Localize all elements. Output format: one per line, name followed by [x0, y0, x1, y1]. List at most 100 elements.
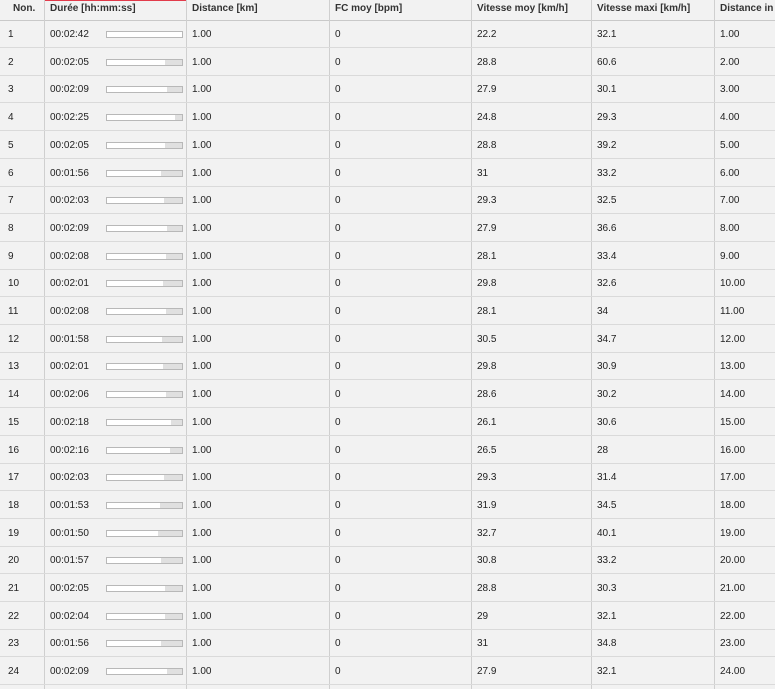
- cell-fc-moy: 0: [335, 583, 341, 594]
- table-row[interactable]: 6 00:01:56 1.00 0 31 33.2 6.00: [0, 160, 775, 187]
- cell-distance-intervalle: 8.00: [720, 222, 740, 234]
- table-row[interactable]: 5 00:02:05 1.00 0 28.8 39.2 5.00: [0, 132, 775, 159]
- cell-distance: 1.00: [192, 56, 212, 68]
- cell-no: 18: [8, 499, 20, 511]
- duration-bar: [106, 529, 183, 537]
- cell-fc-moy: 0: [335, 472, 341, 484]
- cell-distance-intervalle: 18.00: [720, 499, 746, 511]
- table-row[interactable]: 16 00:02:16 1.00 0 26.5 28 16.00: [0, 437, 775, 464]
- cell-fc-moy: 0: [335, 416, 341, 428]
- cell-vitesse-maxi: 60.6: [597, 56, 617, 68]
- cell-fc-moy: 0: [335, 167, 341, 179]
- duration-bar: [106, 58, 183, 66]
- cell-distance: 1.00: [192, 250, 212, 262]
- table-row[interactable]: 22 00:02:04 1.00 0 29 32.1 22.00: [0, 603, 775, 630]
- duration-bar: [106, 446, 183, 454]
- cell-no: 1: [8, 29, 14, 40]
- header-distance-intervalle[interactable]: Distance in: [714, 0, 775, 20]
- cell-fc-moy: 0: [335, 666, 341, 678]
- duration-bar: [106, 308, 183, 315]
- duration-bar-fill: [107, 447, 170, 453]
- duration-bar: [106, 668, 183, 676]
- table-row[interactable]: 14 00:02:06 1.00 0 28.6 30.2 14.00: [0, 381, 775, 409]
- duration-bar-fill: [107, 530, 158, 536]
- table-row[interactable]: 8 00:02:09 1.00 0 27.9 36.6 8.00: [0, 215, 775, 242]
- table-row[interactable]: 3 00:02:09 1.00 0 27.9 30.1 3.00: [0, 76, 775, 104]
- cell-no: 21: [8, 583, 20, 594]
- cell-distance: 1.00: [192, 139, 212, 151]
- cell-duree: 00:01:50: [50, 527, 89, 539]
- table-row[interactable]: 2 00:02:05 1.00 0 28.8 60.6 2.00: [0, 49, 775, 76]
- header-no[interactable]: Non.: [0, 0, 44, 20]
- cell-fc-moy: 0: [335, 499, 341, 511]
- cell-distance: 1.00: [192, 472, 212, 484]
- cell-vitesse-moy: 31: [477, 167, 489, 179]
- table-row[interactable]: 4 00:02:25 1.00 0 24.8 29.3 4.00: [0, 104, 775, 132]
- cell-distance: 1.00: [192, 112, 212, 124]
- duration-bar-fill: [107, 87, 167, 93]
- header-duree[interactable]: Durée [hh:mm:ss]: [44, 0, 186, 20]
- cell-vitesse-maxi: 34: [597, 306, 609, 317]
- table-row[interactable]: 13 00:02:01 1.00 0 29.8 30.9 13.00: [0, 353, 775, 381]
- cell-no: 20: [8, 555, 20, 567]
- cell-vitesse-moy: 24.8: [477, 112, 497, 124]
- header-fc-moy[interactable]: FC moy [bpm]: [329, 0, 471, 20]
- table-row[interactable]: 18 00:01:53 1.00 0 31.9 34.5 18.00: [0, 492, 775, 519]
- cell-distance: 1.00: [192, 389, 212, 401]
- table-row[interactable]: 20 00:01:57 1.00 0 30.8 33.2 20.00: [0, 547, 775, 575]
- table-row[interactable]: 15 00:02:18 1.00 0 26.1 30.6 15.00: [0, 409, 775, 436]
- cell-distance: 1.00: [192, 499, 212, 511]
- cell-distance: 1.00: [192, 416, 212, 428]
- table-row[interactable]: 12 00:01:58 1.00 0 30.5 34.7 12.00: [0, 326, 775, 353]
- cell-vitesse-maxi: 32.1: [597, 29, 617, 40]
- cell-distance-intervalle: 15.00: [720, 416, 746, 428]
- duration-bar: [106, 585, 183, 592]
- cell-fc-moy: 0: [335, 527, 341, 539]
- cell-no: 4: [8, 112, 14, 124]
- cell-vitesse-moy: 29: [477, 610, 489, 622]
- cell-duree: 00:02:09: [50, 84, 89, 96]
- cell-fc-moy: 0: [335, 278, 341, 290]
- header-vitesse-moy[interactable]: Vitesse moy [km/h]: [471, 0, 591, 20]
- cell-fc-moy: 0: [335, 222, 341, 234]
- duration-bar-fill: [107, 59, 165, 65]
- cell-vitesse-moy: 28.6: [477, 389, 497, 401]
- table-row[interactable]: 21 00:02:05 1.00 0 28.8 30.3 21.00: [0, 575, 775, 602]
- cell-fc-moy: 0: [335, 195, 341, 207]
- table-row[interactable]: 7 00:02:03 1.00 0 29.3 32.5 7.00: [0, 187, 775, 215]
- cell-distance: 1.00: [192, 278, 212, 290]
- table-row[interactable]: 19 00:01:50 1.00 0 32.7 40.1 19.00: [0, 520, 775, 547]
- cell-distance: 1.00: [192, 583, 212, 594]
- cell-distance: 1.00: [192, 306, 212, 317]
- cell-no: 19: [8, 527, 20, 539]
- cell-fc-moy: 0: [335, 56, 341, 68]
- header-distance[interactable]: Distance [km]: [186, 0, 329, 20]
- cell-vitesse-moy: 28.1: [477, 250, 497, 262]
- cell-vitesse-maxi: 31.4: [597, 472, 617, 484]
- cell-no: 5: [8, 139, 14, 151]
- table-row[interactable]: 17 00:02:03 1.00 0 29.3 31.4 17.00: [0, 464, 775, 492]
- cell-distance: 1.00: [192, 195, 212, 207]
- cell-vitesse-maxi: 30.6: [597, 416, 617, 428]
- duration-bar-fill: [107, 641, 161, 647]
- cell-vitesse-moy: 32.7: [477, 527, 497, 539]
- header-vitesse-maxi[interactable]: Vitesse maxi [km/h]: [591, 0, 714, 20]
- cell-vitesse-maxi: 33.2: [597, 167, 617, 179]
- cell-distance-intervalle: 14.00: [720, 389, 746, 401]
- cell-distance-intervalle: 22.00: [720, 610, 746, 622]
- duration-bar-fill: [107, 586, 165, 591]
- table-row[interactable]: 9 00:02:08 1.00 0 28.1 33.4 9.00: [0, 243, 775, 270]
- cell-duree: 00:01:58: [50, 333, 89, 345]
- cell-duree: 00:02:05: [50, 56, 89, 68]
- table-row[interactable]: 24 00:02:09 1.00 0 27.9 32.1 24.00: [0, 658, 775, 686]
- table-row[interactable]: 1 00:02:42 1.00 0 22.2 32.1 1.00: [0, 21, 775, 48]
- header-accent: [0, 0, 775, 1]
- cell-distance: 1.00: [192, 84, 212, 96]
- cell-vitesse-maxi: 33.4: [597, 250, 617, 262]
- duration-bar: [106, 252, 183, 260]
- cell-vitesse-maxi: 34.5: [597, 499, 617, 511]
- table-row[interactable]: 10 00:02:01 1.00 0 29.8 32.6 10.00: [0, 270, 775, 298]
- table-row[interactable]: 11 00:02:08 1.00 0 28.1 34 11.00: [0, 298, 775, 325]
- table-row[interactable]: 23 00:01:56 1.00 0 31 34.8 23.00: [0, 630, 775, 658]
- cell-distance: 1.00: [192, 555, 212, 567]
